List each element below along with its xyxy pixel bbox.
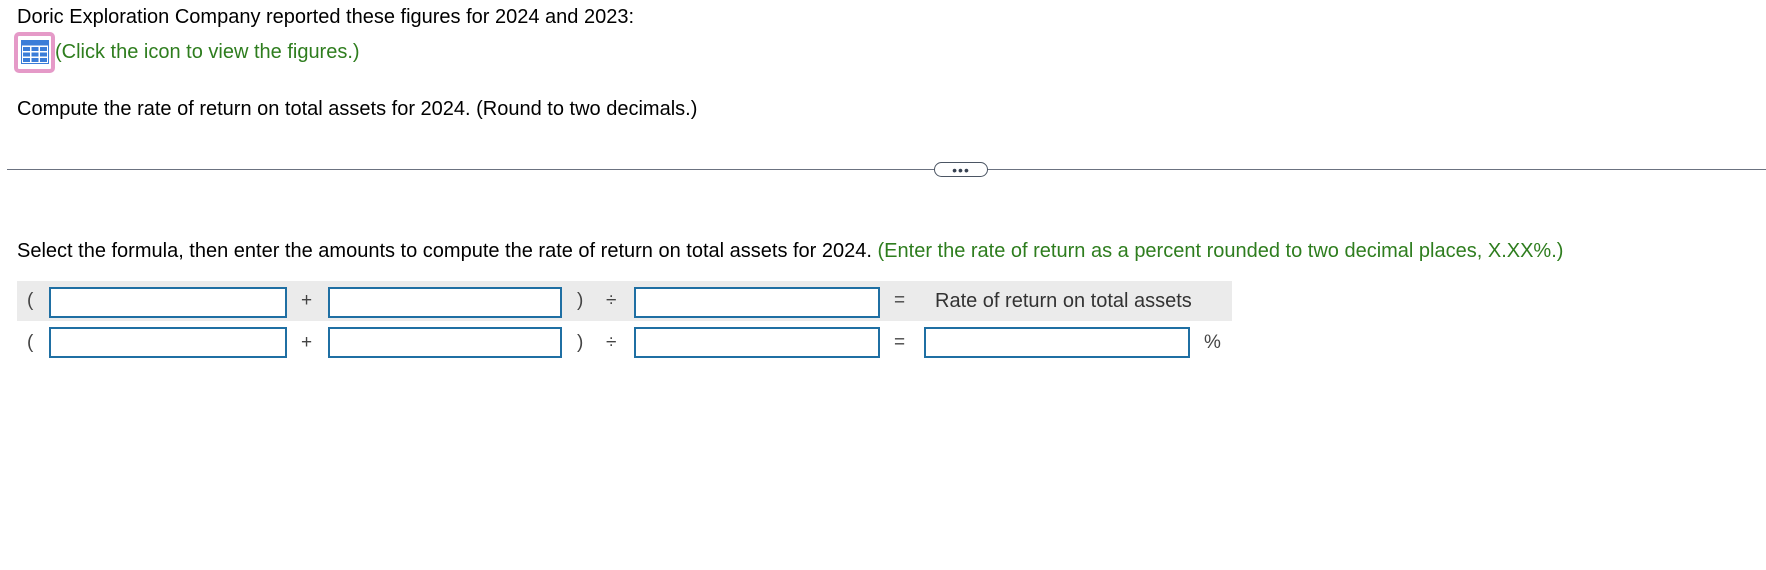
value-input-3[interactable] [634,327,880,358]
table-grid-icon [20,40,49,64]
question-text: Compute the rate of return on total asse… [17,98,698,120]
divide-sign: ÷ [606,332,617,353]
values-row: ( + ) ÷ = % [17,281,1232,365]
percent-sign: % [1204,332,1221,353]
value-input-2[interactable] [328,327,562,358]
section-divider [7,169,1766,170]
expand-button[interactable]: ••• [934,162,988,177]
close-paren: ) [577,332,584,353]
instruction-hint: (Enter the rate of return as a percent r… [877,240,1564,262]
instruction-main: Select the formula, then enter the amoun… [17,240,872,262]
view-figures-button[interactable] [14,31,55,73]
open-paren: ( [27,332,34,353]
result-input[interactable] [924,327,1190,358]
value-input-1[interactable] [49,327,287,358]
intro-text: Doric Exploration Company reported these… [17,6,635,28]
figures-link-row: (Click the icon to view the figures.) [14,30,360,74]
instruction-text: Select the formula, then enter the amoun… [17,239,1563,263]
equals-sign: = [894,332,906,353]
view-figures-hint: (Click the icon to view the figures.) [55,41,360,63]
formula-table: ( + ) ÷ = Rate of return on total assets… [17,281,1232,358]
plus-sign: + [301,332,313,353]
